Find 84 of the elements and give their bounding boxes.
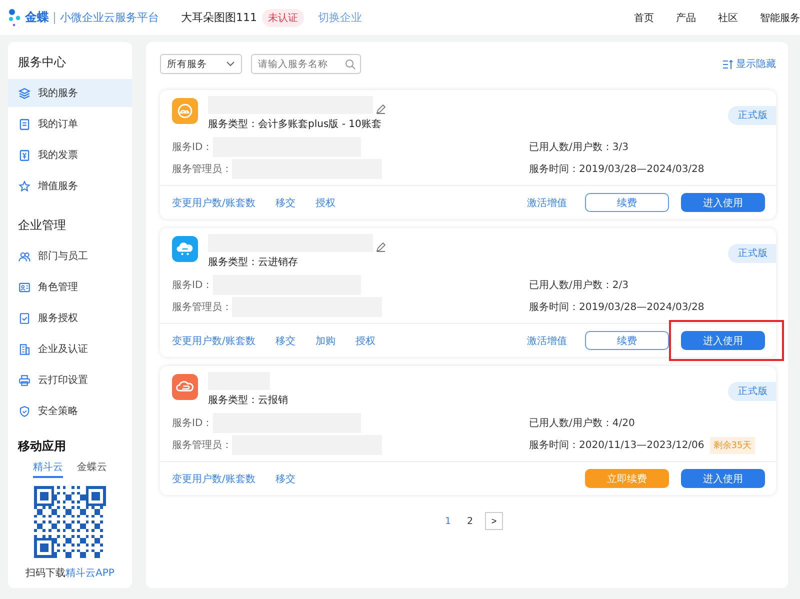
sidebar-item[interactable]: 我的服务	[8, 79, 132, 107]
edition-badge: 正式版	[728, 244, 776, 263]
edition-badge: 正式版	[728, 382, 776, 401]
brand-name: 金蝶	[25, 9, 49, 26]
app-tab[interactable]: 精斗云	[33, 460, 63, 478]
invoice-icon	[18, 148, 31, 162]
enter-button[interactable]: 进入使用	[681, 193, 765, 212]
chevron-down-icon	[226, 61, 235, 67]
action-link[interactable]: 移交	[275, 196, 296, 210]
layers-icon	[18, 86, 31, 100]
enter-button[interactable]: 进入使用	[681, 331, 765, 350]
service-type: 服务类型：云报销	[208, 394, 288, 407]
logo-dots-icon	[8, 8, 22, 28]
app-tab[interactable]: 金蝶云	[77, 460, 107, 478]
building-icon	[18, 342, 31, 356]
nav-link[interactable]: 产品	[676, 10, 696, 24]
field-label: 服务ID：	[172, 141, 213, 154]
page-number[interactable]: 1	[441, 516, 455, 526]
search-field[interactable]: 请输入服务名称	[251, 54, 361, 74]
sidebar-item[interactable]: 服务授权	[8, 304, 132, 332]
edit-icon[interactable]	[376, 242, 386, 252]
field-label: 服务管理员：	[172, 163, 232, 176]
action-link[interactable]: 变更用户数/账套数	[172, 334, 256, 348]
sidebar-item[interactable]: 安全策略	[8, 397, 132, 425]
action-link[interactable]: 移交	[275, 334, 296, 348]
people-icon	[18, 250, 31, 262]
service-type: 服务类型：会计多账套plus版 - 10账套	[208, 118, 382, 131]
search-icon	[345, 58, 356, 70]
field-label: 服务管理员：	[172, 301, 232, 314]
sidebar-item[interactable]: 我的订单	[8, 110, 132, 138]
action-link[interactable]: 授权	[355, 334, 376, 348]
service-type: 服务类型：云进销存	[208, 256, 299, 269]
nav-link[interactable]: 智能服务	[760, 10, 800, 24]
sidebar-item[interactable]: 部门与员工	[8, 242, 132, 270]
checklist-icon	[18, 312, 31, 324]
sidebar-item[interactable]: 角色管理	[8, 273, 132, 301]
action-link[interactable]: 授权	[315, 196, 336, 210]
qr-code	[34, 486, 106, 558]
sidebar-item[interactable]: 增值服务	[8, 172, 132, 200]
field-label: 服务管理员：	[172, 439, 232, 452]
action-link[interactable]: 变更用户数/账套数	[172, 196, 256, 210]
service-period: 服务时间：2019/03/28—2024/03/28	[529, 300, 704, 314]
printer-icon	[18, 374, 31, 386]
list-toggle-icon	[723, 60, 733, 68]
renew-button[interactable]: 续费	[585, 331, 669, 350]
action-link[interactable]: 移交	[275, 472, 296, 486]
sidebar-item[interactable]: 我的发票	[8, 141, 132, 169]
field-label: 服务ID：	[172, 279, 213, 292]
nav-link[interactable]: 社区	[718, 10, 738, 24]
id-card-icon	[18, 280, 31, 294]
edition-badge: 正式版	[728, 106, 776, 125]
field-label: 服务ID：	[172, 417, 213, 430]
service-filter-dropdown[interactable]: 所有服务	[160, 54, 242, 74]
switch-company-link[interactable]: 切换企业	[318, 10, 362, 25]
sidebar-item[interactable]: 企业及认证	[8, 335, 132, 363]
section-title: 企业管理	[17, 217, 67, 234]
days-remaining-tag: 剩余35天	[710, 436, 755, 454]
nav-link[interactable]: 首页	[634, 10, 654, 24]
service-period: 服务时间：2020/11/13—2023/12/06	[529, 438, 704, 452]
company-name: 大耳朵图图111	[181, 10, 257, 25]
page-number[interactable]: 2	[463, 516, 477, 526]
renew-button[interactable]: 续费	[585, 193, 669, 212]
unverified-badge: 未认证	[262, 8, 304, 26]
show-hidden-link[interactable]: 显示隐藏	[736, 57, 776, 71]
action-link[interactable]: 加购	[315, 334, 336, 348]
service-period: 服务时间：2019/03/28—2024/03/28	[529, 162, 704, 176]
star-icon	[18, 180, 31, 192]
edit-icon[interactable]	[376, 104, 386, 114]
renew-button[interactable]: 立即续费	[585, 469, 669, 488]
user-count: 已用人数/用户数：2/3	[529, 278, 628, 292]
shield-icon	[18, 404, 31, 418]
section-title: 服务中心	[17, 54, 67, 71]
platform-title: 小微企业云服务平台	[60, 10, 159, 25]
activate-link[interactable]: 激活增值	[527, 334, 567, 348]
next-page-button[interactable]: >	[485, 512, 503, 530]
sidebar-item[interactable]: 云打印设置	[8, 366, 132, 394]
user-count: 已用人数/用户数：3/3	[529, 140, 628, 154]
activate-link[interactable]: 激活增值	[527, 196, 567, 210]
user-count: 已用人数/用户数：4/20	[529, 416, 635, 430]
enter-button[interactable]: 进入使用	[681, 469, 765, 488]
download-caption: 扫码下载精斗云APP	[26, 566, 114, 580]
document-icon	[18, 118, 31, 130]
action-link[interactable]: 变更用户数/账套数	[172, 472, 256, 486]
section-title: 移动应用	[16, 438, 66, 455]
